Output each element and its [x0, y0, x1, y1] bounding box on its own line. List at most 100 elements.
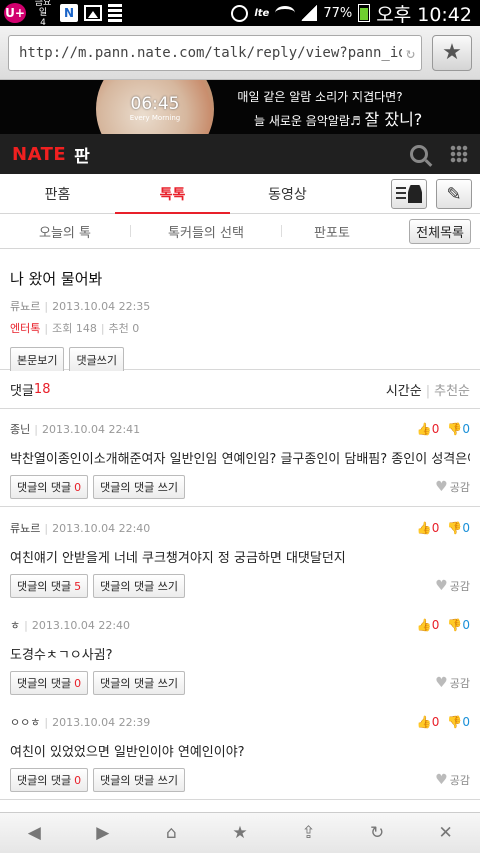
post-views: 조회 148: [52, 322, 97, 335]
comment-item: 종닌 | 2013.10.04 22:41 👍0 👎0 박찬열이종인이소개해준여자 …: [0, 409, 480, 507]
like-button[interactable]: ♥ 공감: [435, 772, 470, 788]
sub-tabs: 오늘의 톡 톡커들의 선택 판포토 전체목록: [0, 214, 480, 249]
tab-talk[interactable]: 톡톡: [115, 174, 230, 215]
comment-text: 박찬열이종인이소개해준여자 일반인임 연예인임? 글구종인이 담배핌? 종인이 …: [10, 452, 470, 467]
browser-bottom-nav: ◀ ▶ ⌂ ★ ⇪ ↻ ✕: [0, 812, 480, 853]
upvote-button[interactable]: 👍0: [417, 521, 440, 535]
section-title[interactable]: 판: [74, 142, 90, 167]
url-input[interactable]: http://m.pann.nate.com/talk/reply/view?p…: [8, 34, 422, 71]
forward-icon[interactable]: ▶: [78, 823, 128, 843]
home-icon[interactable]: ⌂: [146, 823, 196, 843]
heart-icon: ♥: [435, 772, 448, 788]
comment-author[interactable]: 종닌: [10, 421, 30, 437]
ad-tagline: 늘 새로운 음악알람♬ 잘 잤니?: [254, 106, 422, 130]
post-recommend: 추천 0: [108, 322, 140, 335]
notes-icon: [108, 4, 122, 22]
downvote-button[interactable]: 👎0: [447, 422, 470, 436]
upvote-button[interactable]: 👍0: [417, 618, 440, 632]
my-list-button[interactable]: [391, 179, 427, 209]
wifi-icon: [275, 6, 296, 20]
sort-by-recommend[interactable]: 추천순: [434, 384, 470, 399]
bookmark-button[interactable]: ★: [432, 34, 472, 71]
downvote-button[interactable]: 👎0: [447, 715, 470, 729]
thumbs-up-icon: 👍: [416, 422, 432, 436]
heart-icon: ♥: [435, 479, 448, 495]
ad-banner[interactable]: 06:45 Every Morning 매일 같은 알람 소리가 지겹다면? 늘…: [0, 80, 480, 134]
write-reply-button[interactable]: 댓글의 댓글 쓰기: [93, 768, 185, 792]
thumbs-down-icon: 👎: [447, 422, 463, 436]
alarm-icon: [231, 4, 249, 22]
comments-label: 댓글: [10, 384, 34, 399]
like-button[interactable]: ♥ 공감: [435, 675, 470, 691]
downvote-button[interactable]: 👎0: [447, 618, 470, 632]
signal-icon: [301, 5, 318, 21]
music-note-icon: ♬: [349, 114, 361, 128]
back-icon[interactable]: ◀: [9, 823, 59, 843]
view-post-button[interactable]: 본문보기: [10, 347, 65, 373]
search-icon[interactable]: [410, 145, 428, 163]
comment-item: 류뇨르 | 2013.10.04 22:40 👍0 👎0 여친얘기 안받을게 너네 …: [0, 508, 480, 606]
comment-author[interactable]: 류뇨르: [10, 520, 40, 536]
write-button[interactable]: ✎: [436, 179, 472, 209]
thumbs-up-icon: 👍: [416, 618, 432, 632]
reload-icon[interactable]: ↻: [406, 44, 415, 62]
main-tabs: 판홈 톡톡 동영상 ✎: [0, 174, 480, 215]
comment-text: 여친얘기 안받을게 너네 쿠크챙겨야지 정 궁금하면 대댓달던지: [10, 551, 346, 566]
thumbs-down-icon: 👎: [447, 618, 463, 632]
comment-text: 도경수ㅊㄱㅇ사귐?: [10, 648, 113, 663]
comment-item: ㅇㅇㅎ | 2013.10.04 22:39 👍0 👎0 여친이 있었었으면 일반인…: [0, 702, 480, 800]
comment-author[interactable]: ㅇㅇㅎ: [10, 714, 40, 730]
downvote-button[interactable]: 👎0: [447, 521, 470, 535]
battery-percent: 77%: [323, 5, 353, 21]
share-icon[interactable]: ⇪: [284, 823, 334, 843]
menu-grid-icon[interactable]: [450, 145, 468, 163]
thumbs-down-icon: 👎: [447, 715, 463, 729]
subtab-pann-photo[interactable]: 판포토: [282, 222, 382, 241]
replies-button[interactable]: 댓글의 댓글 5: [10, 574, 89, 598]
replies-button[interactable]: 댓글의 댓글 0: [10, 475, 89, 499]
sort-by-time[interactable]: 시간순: [386, 384, 422, 399]
carrier-icon: U+: [4, 3, 26, 23]
nate-logo[interactable]: NATE: [12, 144, 66, 165]
browser-toolbar: http://m.pann.nate.com/talk/reply/view?p…: [0, 26, 480, 80]
like-button[interactable]: ♥ 공감: [435, 578, 470, 594]
like-button[interactable]: ♥ 공감: [435, 479, 470, 495]
post-stats: 엔터톡 | 조회 148 | 추천 0: [10, 322, 140, 335]
tab-video[interactable]: 동영상: [230, 174, 345, 214]
replies-button[interactable]: 댓글의 댓글 0: [10, 671, 89, 695]
write-reply-button[interactable]: 댓글의 댓글 쓰기: [93, 671, 185, 695]
comment-author[interactable]: ㅎ: [10, 617, 20, 633]
day-label: 금요일: [34, 0, 52, 18]
comments-count: 18: [33, 382, 51, 397]
sort-options: 시간순 | 추천순: [385, 384, 470, 399]
replies-button[interactable]: 댓글의 댓글 0: [10, 768, 89, 792]
refresh-icon[interactable]: ↻: [352, 823, 402, 843]
subtab-today-talk[interactable]: 오늘의 톡: [0, 222, 130, 241]
upvote-button[interactable]: 👍0: [417, 715, 440, 729]
all-list-button[interactable]: 전체목록: [409, 218, 471, 244]
ad-tagline-suffix: 잘 잤니?: [364, 110, 423, 129]
post-author[interactable]: 류뇨르: [10, 300, 40, 313]
post-datetime: 2013.10.04 22:35: [52, 300, 151, 313]
upvote-button[interactable]: 👍0: [417, 422, 440, 436]
pencil-icon: ✎: [446, 183, 462, 205]
tab-pann-home[interactable]: 판홈: [0, 174, 115, 214]
write-reply-button[interactable]: 댓글의 댓글 쓰기: [93, 475, 185, 499]
subtab-talkers-choice[interactable]: 톡커들의 선택: [131, 222, 281, 241]
post-title: 나 왔어 물어봐: [10, 270, 103, 288]
ad-headline: 매일 같은 알람 소리가 지겹다면?: [237, 90, 403, 104]
date-widget: 금요일 4: [32, 0, 54, 28]
ad-tagline-prefix: 늘 새로운 음악알람: [254, 114, 350, 128]
ad-clock-subtitle: Every Morning: [129, 114, 181, 122]
write-reply-button[interactable]: 댓글의 댓글 쓰기: [93, 574, 185, 598]
battery-icon: [358, 4, 371, 22]
star-icon: ★: [442, 40, 462, 65]
gallery-icon: [84, 5, 102, 21]
comment-datetime: 2013.10.04 22:40: [52, 521, 151, 535]
thumbs-down-icon: 👎: [447, 521, 463, 535]
close-icon[interactable]: ✕: [421, 823, 471, 843]
post-category[interactable]: 엔터톡: [10, 322, 40, 335]
write-comment-button[interactable]: 댓글쓰기: [69, 347, 124, 373]
bookmark-icon[interactable]: ★: [215, 823, 265, 843]
thumbs-up-icon: 👍: [416, 521, 432, 535]
